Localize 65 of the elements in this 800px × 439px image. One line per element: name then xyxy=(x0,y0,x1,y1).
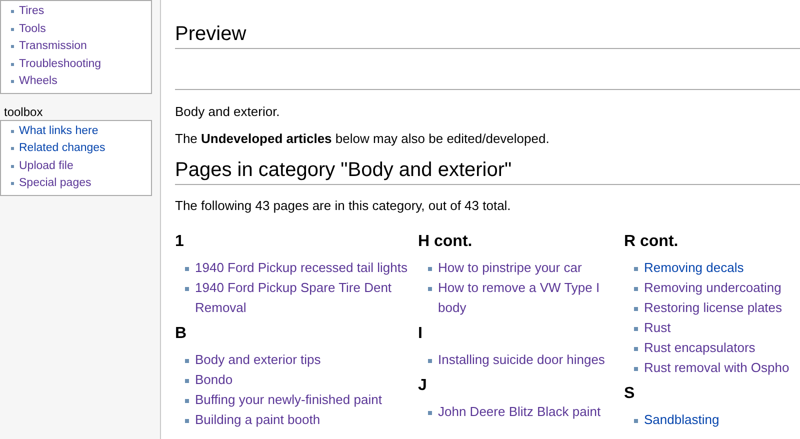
letter-heading: S xyxy=(624,384,636,404)
letter-heading: I xyxy=(418,324,424,344)
bullet-icon xyxy=(634,307,638,311)
category-summary: The following 43 pages are in this category, out of 43 total. xyxy=(175,197,512,215)
page-link[interactable]: 1940 Ford Pickup Spare Tire Dent Removal xyxy=(195,278,418,318)
sidebar-link[interactable]: Transmission xyxy=(19,38,87,56)
bullet-icon xyxy=(185,379,189,383)
bullet-icon xyxy=(11,45,14,48)
letter-heading: B xyxy=(175,324,188,344)
bullet-icon xyxy=(428,411,432,415)
page-link[interactable]: Rust encapsulators xyxy=(644,338,756,358)
page-link[interactable]: Body and exterior tips xyxy=(195,350,321,370)
bullet-icon xyxy=(634,367,638,371)
sidebar-link[interactable]: Special pages xyxy=(19,175,92,192)
page-link[interactable]: John Deere Blitz Black paint xyxy=(438,402,601,422)
bullet-icon xyxy=(185,399,189,403)
bullet-icon xyxy=(428,287,432,291)
letter-heading: H cont. xyxy=(418,232,474,252)
letter-heading: R cont. xyxy=(624,232,680,252)
sidebar-link[interactable]: Related changes xyxy=(19,140,106,158)
sidebar-link[interactable]: Upload file xyxy=(19,158,74,175)
page-link[interactable]: Restoring license plates xyxy=(644,298,782,318)
bullet-icon xyxy=(185,287,189,291)
page-link[interactable]: How to pinstripe your car xyxy=(438,258,582,278)
page-link[interactable]: Sandblasting xyxy=(644,410,720,430)
bullet-icon xyxy=(11,130,14,133)
section-heading: Pages in category "Body and exterior" xyxy=(175,158,800,185)
page-link[interactable]: Rust xyxy=(644,318,671,338)
sidebar-link[interactable]: Troubleshooting xyxy=(19,56,102,73)
page-link[interactable]: Installing suicide door hinges xyxy=(438,350,605,370)
sidebar-link[interactable]: What links here xyxy=(19,122,98,140)
bullet-icon xyxy=(11,28,14,31)
bullet-icon xyxy=(634,419,638,423)
bullet-icon xyxy=(634,347,638,351)
sidebar-link[interactable]: Wheels xyxy=(19,73,58,90)
page-link[interactable]: How to remove a VW Type I body xyxy=(438,278,624,318)
bullet-icon xyxy=(11,62,14,66)
bullet-icon xyxy=(185,359,189,363)
page-link[interactable]: Bondo xyxy=(195,370,233,390)
bullet-icon xyxy=(11,182,14,186)
portlet-heading: toolbox xyxy=(3,104,44,120)
page-link[interactable]: Removing undercoating xyxy=(644,278,782,298)
bullet-icon xyxy=(185,267,189,271)
letter-heading: J xyxy=(418,376,428,396)
sidebar-link[interactable]: Tools xyxy=(19,20,46,38)
section-heading: Preview xyxy=(175,22,800,49)
intro-text: The Undeveloped articles below may also be edited/developed. xyxy=(175,130,550,148)
bullet-icon xyxy=(428,267,432,271)
letter-heading: 1 xyxy=(175,232,185,252)
page-link[interactable]: 1940 Ford Pickup recessed tail lights xyxy=(195,258,408,278)
bullet-icon xyxy=(185,419,189,423)
bullet-icon xyxy=(634,287,638,291)
page-link[interactable]: Building a paint booth xyxy=(195,410,320,430)
sidebar-link[interactable]: Tires xyxy=(19,3,44,20)
bullet-icon xyxy=(11,147,14,150)
page-link[interactable]: Removing decals xyxy=(644,258,744,278)
bullet-icon xyxy=(11,80,14,84)
bullet-icon xyxy=(634,327,638,331)
page-link[interactable]: Rust removal with Ospho xyxy=(644,358,790,378)
bullet-icon xyxy=(11,10,14,14)
page-link[interactable]: Buffing your newly-finished paint xyxy=(195,390,382,410)
bullet-icon xyxy=(634,267,638,271)
bullet-icon xyxy=(428,359,432,363)
intro-text: Body and exterior. xyxy=(175,103,281,121)
bullet-icon xyxy=(11,164,14,168)
